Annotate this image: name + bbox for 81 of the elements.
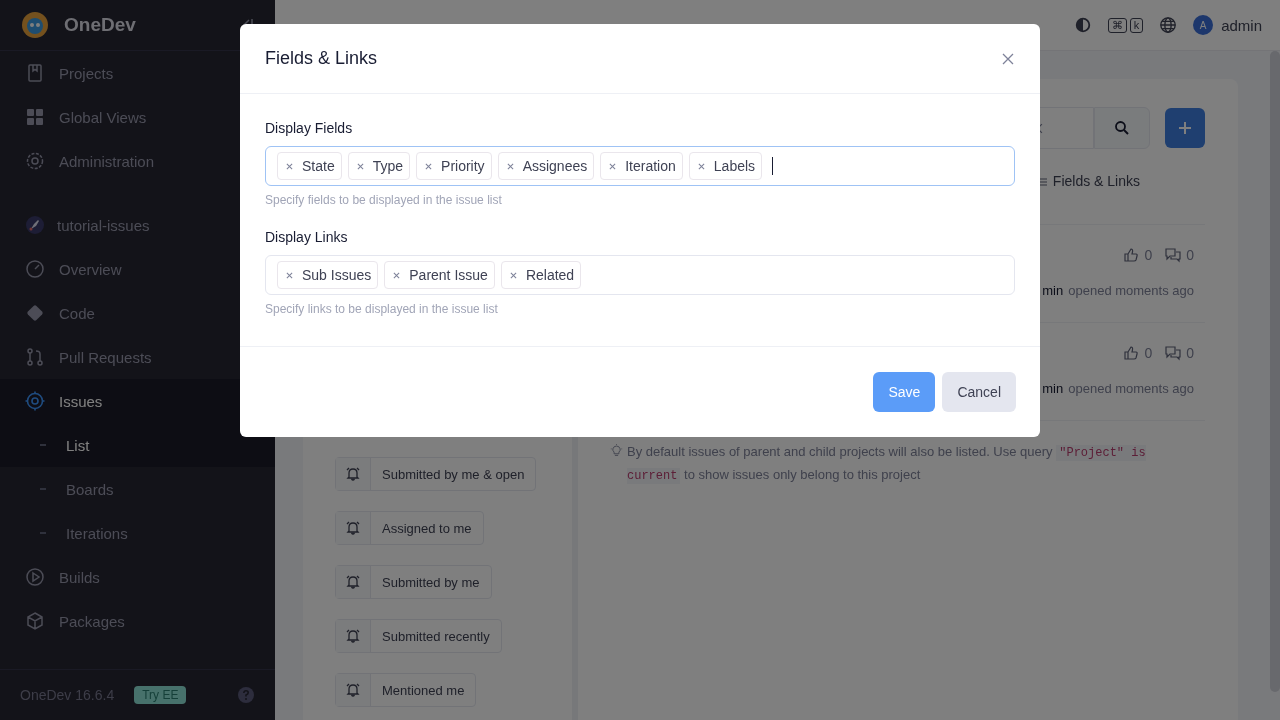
- chip: Parent Issue: [384, 261, 495, 289]
- nav-icon: [25, 107, 45, 127]
- chip: Labels: [688, 152, 763, 180]
- chip: Related: [500, 261, 582, 289]
- chip: Type: [347, 152, 411, 180]
- help-text: Specify fields to be displayed in the issue list: [265, 193, 503, 207]
- close-icon[interactable]: [1002, 52, 1014, 65]
- brand-name: OneDev: [64, 14, 137, 36]
- logo-icon: [20, 10, 50, 40]
- theme-icon[interactable]: [1073, 16, 1092, 34]
- sidebar-subitem[interactable]: List: [0, 423, 275, 467]
- remove-icon[interactable]: [506, 162, 514, 170]
- bell-icon: [345, 466, 361, 482]
- remove-icon[interactable]: [425, 162, 433, 170]
- chip: Assignees: [497, 152, 595, 180]
- search-icon: [1114, 120, 1130, 136]
- issue-meta: opened moments ago: [1068, 283, 1194, 298]
- keyboard-key: k: [1129, 17, 1144, 33]
- sidebar-item[interactable]: Pull Requests: [0, 335, 275, 379]
- nav-icon: [25, 151, 45, 171]
- field-label: Display Links: [265, 229, 349, 245]
- dialog-button[interactable]: Cancel: [942, 372, 1016, 412]
- bell-icon: [345, 628, 361, 644]
- saved-query-button[interactable]: Assigned to me: [335, 511, 484, 545]
- remove-icon[interactable]: [609, 162, 617, 170]
- saved-query-button[interactable]: Submitted by me & open: [335, 457, 537, 491]
- help-text: Specify links to be displayed in the issue list: [265, 302, 499, 316]
- dialog-title: Fields & Links: [265, 48, 378, 69]
- nav-icon: [25, 391, 45, 411]
- remove-icon[interactable]: [286, 271, 293, 279]
- field-label: Display Fields: [265, 120, 354, 136]
- nav-icon: [25, 63, 45, 83]
- keyboard-key: ⌘: [1107, 17, 1127, 33]
- remove-icon[interactable]: [697, 162, 705, 170]
- thumbs-up-icon[interactable]: [1123, 345, 1140, 361]
- chip: Sub Issues: [277, 261, 379, 289]
- nav-icon: [25, 567, 45, 587]
- multi-select-field[interactable]: Sub Issues Parent Issue Related: [265, 255, 1015, 295]
- sidebar-subitem[interactable]: Iterations: [0, 511, 275, 555]
- tip-text: By default issues of parent and child projects will also be listed. Use query "Project" is current to show issues only belong to this project: [627, 443, 1147, 486]
- rocket-icon: [25, 215, 45, 235]
- thumbs-up-icon[interactable]: [1123, 247, 1140, 263]
- remove-icon[interactable]: [509, 271, 517, 279]
- comments-icon[interactable]: [1165, 345, 1182, 361]
- sidebar-item[interactable]: Packages: [0, 599, 275, 643]
- saved-query-button[interactable]: Submitted by me: [335, 565, 492, 599]
- nav-icon: [25, 259, 45, 279]
- bell-icon: [345, 682, 361, 698]
- bell-icon: [345, 520, 361, 536]
- comment-count: 0: [1186, 345, 1194, 361]
- author-link[interactable]: min: [1042, 381, 1064, 396]
- nav-icon: [25, 347, 45, 367]
- vote-count: 0: [1144, 247, 1153, 263]
- add-button[interactable]: [1165, 108, 1205, 148]
- comment-count: 0: [1186, 247, 1194, 263]
- saved-query-button[interactable]: Submitted recently: [335, 619, 502, 653]
- bell-icon: [345, 574, 361, 590]
- remove-icon[interactable]: [356, 162, 364, 170]
- project-name[interactable]: tutorial-issues: [57, 216, 150, 234]
- avatar[interactable]: A: [1193, 15, 1214, 35]
- vote-count: 0: [1144, 345, 1153, 361]
- multi-select-field[interactable]: State Type Priority Assignees Iteration Labels: [265, 146, 1015, 186]
- dialog-button[interactable]: Save: [873, 372, 936, 412]
- lightbulb-icon: [610, 444, 623, 457]
- chip: State: [277, 152, 342, 180]
- text-cursor: [772, 157, 774, 175]
- chip: Priority: [416, 152, 492, 180]
- sidebar-item[interactable]: Builds: [0, 555, 275, 599]
- issue-meta: opened moments ago: [1068, 381, 1194, 396]
- saved-query-button[interactable]: Mentioned me: [335, 673, 477, 707]
- plus-icon: [1177, 120, 1193, 136]
- comments-icon[interactable]: [1165, 247, 1182, 263]
- globe-icon[interactable]: [1159, 16, 1178, 34]
- remove-icon[interactable]: [393, 271, 401, 279]
- sidebar-subitem[interactable]: Boards: [0, 467, 275, 511]
- search-button[interactable]: [1094, 107, 1150, 149]
- chip: Iteration: [600, 152, 683, 180]
- user-name[interactable]: admin: [1221, 16, 1262, 34]
- nav-icon: [25, 611, 45, 631]
- remove-icon[interactable]: [286, 162, 293, 170]
- author-link[interactable]: min: [1042, 283, 1064, 298]
